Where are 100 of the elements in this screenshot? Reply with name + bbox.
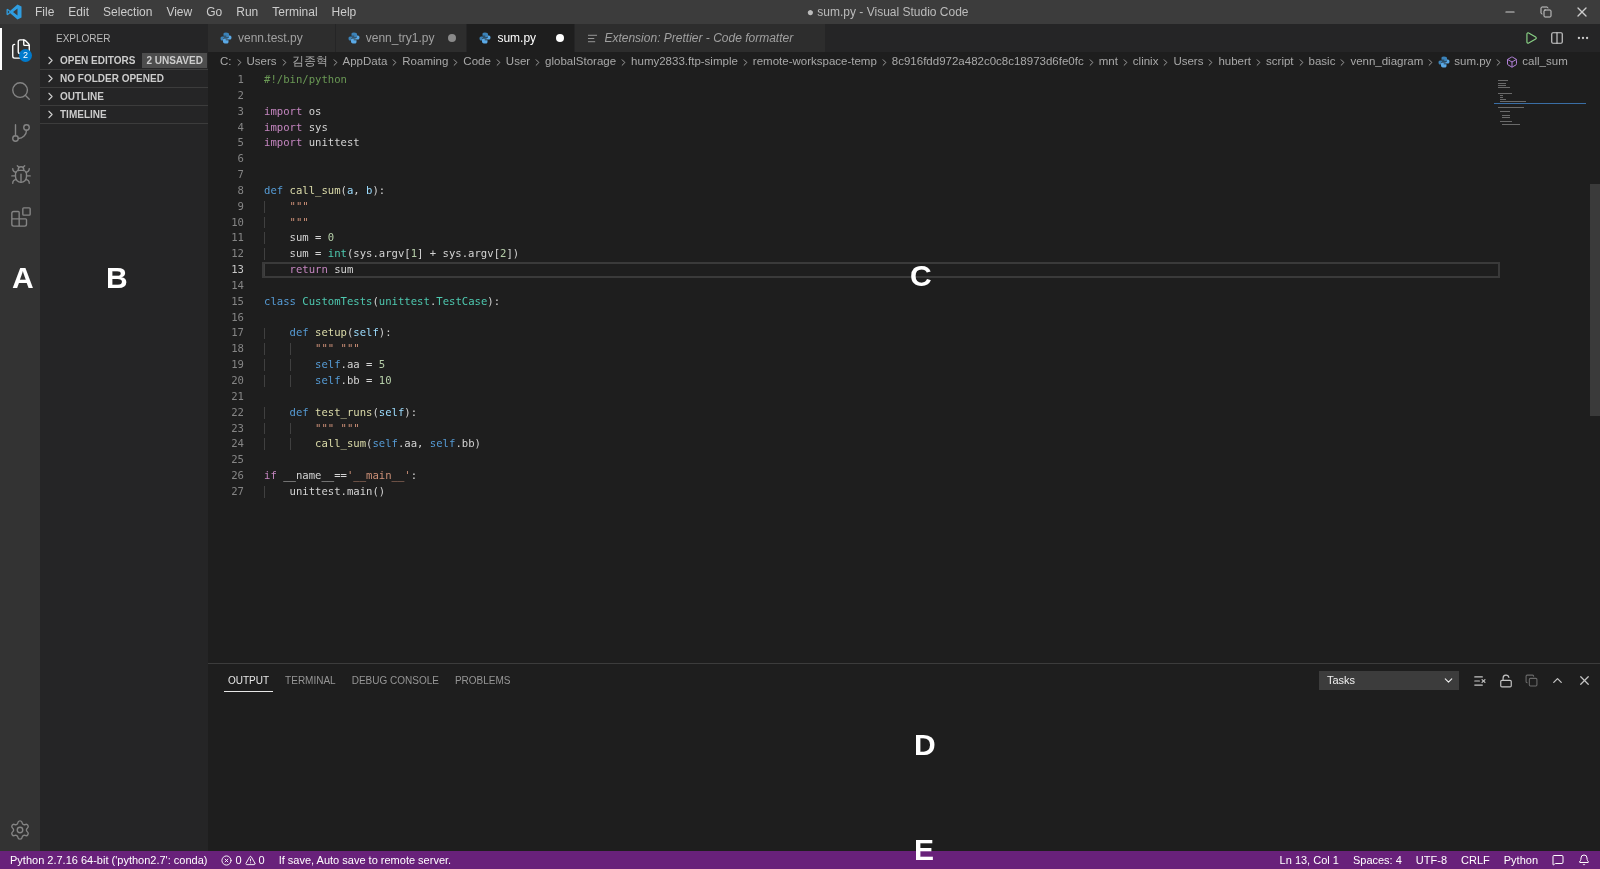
close-panel-icon[interactable] bbox=[1577, 673, 1592, 688]
annotation-label: A bbox=[12, 262, 34, 294]
section-header[interactable]: OUTLINE bbox=[40, 88, 208, 106]
code-line: import sys bbox=[264, 119, 328, 135]
unlock-icon[interactable] bbox=[1499, 673, 1513, 688]
line-number: 19 bbox=[230, 357, 244, 373]
breadcrumb-item[interactable]: Users bbox=[246, 53, 277, 71]
breadcrumb-item[interactable]: basic bbox=[1308, 53, 1336, 71]
line-number: 17 bbox=[230, 325, 244, 341]
breadcrumb-item[interactable]: Roaming bbox=[402, 53, 449, 71]
status-item[interactable]: UTF-8 bbox=[1415, 851, 1447, 869]
menu-item[interactable]: Edit bbox=[61, 3, 97, 21]
breadcrumb-item[interactable]: script bbox=[1266, 53, 1294, 71]
annotation-label: E bbox=[914, 834, 934, 866]
editor-tab[interactable]: sum.py bbox=[467, 24, 576, 52]
editor-tab[interactable]: venn_try1.py bbox=[335, 24, 468, 52]
notification-icon[interactable] bbox=[1578, 854, 1590, 866]
code-line: sum = 0 bbox=[288, 230, 335, 246]
line-number: 18 bbox=[230, 341, 244, 357]
panel-tab[interactable]: TERMINAL bbox=[281, 669, 340, 692]
code-line: sum = int(sys.argv[1] + sys.argv[2]) bbox=[288, 246, 520, 262]
status-item[interactable]: CRLF bbox=[1461, 851, 1490, 869]
warning-icon bbox=[244, 854, 256, 866]
code-line: """ """ bbox=[314, 420, 360, 436]
section-label: OUTLINE bbox=[60, 90, 104, 104]
status-problems[interactable]: 0 0 bbox=[221, 851, 265, 869]
breadcrumb-item[interactable]: sum.py bbox=[1454, 53, 1492, 71]
feedback-icon[interactable] bbox=[1552, 854, 1564, 866]
badge: 2 bbox=[19, 49, 32, 62]
section-label: OPEN EDITORS bbox=[60, 54, 136, 68]
section-header[interactable]: NO FOLDER OPENED bbox=[40, 70, 208, 88]
window-title: ● sum.py - Visual Studio Code bbox=[806, 4, 969, 21]
panel-tab[interactable]: PROBLEMS bbox=[450, 669, 515, 692]
line-number: 25 bbox=[230, 452, 244, 468]
line-number: 24 bbox=[230, 436, 244, 452]
breadcrumb-item[interactable]: C: bbox=[220, 53, 232, 71]
breadcrumb-item[interactable]: clinix bbox=[1132, 53, 1159, 71]
output-channel-dropdown[interactable]: Tasks bbox=[1319, 671, 1459, 690]
breadcrumb-item[interactable]: remote-workspace-temp bbox=[752, 53, 877, 71]
section-header[interactable]: OPEN EDITORS 2 UNSAVED bbox=[40, 52, 208, 70]
code-line: return sum bbox=[288, 262, 354, 278]
app-logo-icon bbox=[6, 4, 22, 20]
menu-item[interactable]: Help bbox=[324, 3, 364, 21]
status-item[interactable]: Python bbox=[1503, 851, 1538, 869]
menu-item[interactable]: View bbox=[159, 3, 200, 21]
breadcrumb-item[interactable]: User bbox=[505, 53, 531, 71]
breadcrumb-item[interactable]: mnt bbox=[1098, 53, 1118, 71]
menu-item[interactable]: Selection bbox=[96, 3, 160, 21]
code-line: import os bbox=[264, 103, 322, 119]
breadcrumb-item[interactable]: humy2833.ftp-simple bbox=[631, 53, 738, 71]
code-line: self.aa = 5 bbox=[314, 357, 386, 373]
line-number: 4 bbox=[236, 119, 244, 135]
clear-output-icon[interactable] bbox=[1473, 673, 1487, 688]
code-line: unittest.main() bbox=[288, 483, 386, 499]
symbol-icon bbox=[1506, 56, 1519, 68]
breadcrumb-item[interactable]: 8c916fdd972a482c0c8c18973d6fe0fc bbox=[891, 53, 1084, 71]
file-icon bbox=[220, 32, 232, 44]
menu-item[interactable]: Run bbox=[229, 3, 266, 21]
breadcrumb-item[interactable]: globalStorage bbox=[545, 53, 617, 71]
code-line: def setup(self): bbox=[288, 325, 392, 341]
status-item[interactable]: Spaces: 4 bbox=[1352, 851, 1402, 869]
line-number: 9 bbox=[236, 198, 244, 214]
code-line: self.bb = 10 bbox=[314, 373, 392, 388]
panel-tab[interactable]: DEBUG CONSOLE bbox=[347, 669, 443, 692]
menu-item[interactable]: Terminal bbox=[265, 3, 325, 21]
code-line: call_sum(self.aa, self.bb) bbox=[314, 436, 481, 452]
editor-tab[interactable]: Extension: Prettier - Code formatter bbox=[575, 24, 827, 52]
code-line: """ """ bbox=[314, 341, 360, 357]
section-header[interactable]: TIMELINE bbox=[40, 106, 208, 124]
menu-item[interactable]: Go bbox=[199, 3, 230, 21]
badge: 2 UNSAVED bbox=[142, 53, 207, 68]
code-line: #!/bin/python bbox=[264, 72, 347, 87]
breadcrumb-item[interactable]: hubert bbox=[1218, 53, 1252, 71]
status-item[interactable]: Ln 13, Col 1 bbox=[1279, 851, 1339, 869]
status-interpreter[interactable]: Python 2.7.16 64-bit ('python2.7': conda) bbox=[10, 851, 208, 869]
breadcrumb-item[interactable]: 김종혁 bbox=[291, 53, 328, 71]
breadcrumb-item[interactable]: Code bbox=[463, 53, 491, 71]
code-line: """ bbox=[288, 198, 309, 214]
breadcrumb-item[interactable]: Users bbox=[1173, 53, 1204, 71]
line-number: 12 bbox=[230, 246, 244, 262]
editor-tab[interactable]: venn.test.py bbox=[208, 24, 336, 52]
restore-icon bbox=[1540, 6, 1552, 18]
menu-item[interactable]: File bbox=[28, 3, 62, 21]
breadcrumb-item[interactable]: venn_diagram bbox=[1350, 53, 1424, 71]
line-number: 2 bbox=[236, 87, 244, 103]
code-line: def test_runs(self): bbox=[288, 404, 418, 421]
search-icon bbox=[10, 80, 32, 102]
split-editor-icon[interactable] bbox=[1550, 31, 1564, 45]
line-number: 21 bbox=[230, 388, 244, 404]
file-icon bbox=[479, 32, 492, 44]
file-icon bbox=[347, 32, 360, 44]
line-number: 27 bbox=[230, 483, 244, 499]
line-number: 20 bbox=[230, 373, 244, 388]
code-line: class CustomTests(unittest.TestCase): bbox=[264, 293, 501, 309]
settings-icon[interactable] bbox=[9, 819, 31, 841]
open-log-icon[interactable] bbox=[1525, 674, 1538, 687]
file-icon bbox=[1438, 56, 1451, 68]
panel-tab[interactable]: OUTPUT bbox=[224, 669, 274, 692]
breadcrumb-item[interactable]: AppData bbox=[342, 53, 388, 71]
breadcrumb-item[interactable]: call_sum bbox=[1522, 53, 1568, 71]
